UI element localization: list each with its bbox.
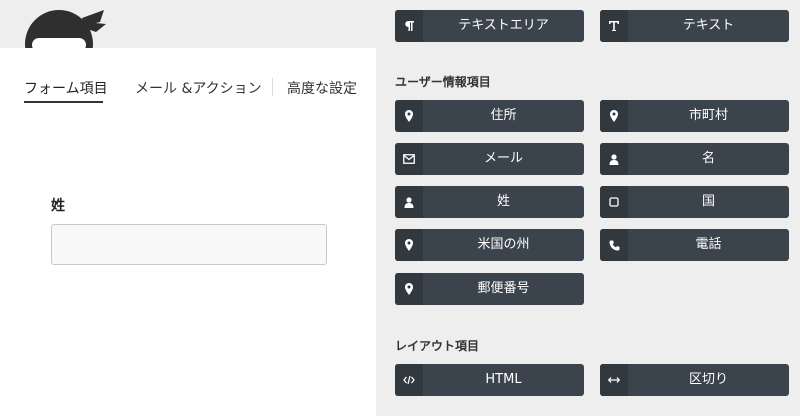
zip-code-field-button[interactable]: 郵便番号: [395, 273, 584, 305]
city-field-button[interactable]: 市町村: [600, 100, 789, 132]
arrows-horizontal-icon: [600, 364, 628, 396]
tab-form-fields[interactable]: フォーム項目: [24, 78, 108, 98]
form-preview-panel: フォーム項目 メール &アクション 高度な設定 姓: [0, 0, 376, 416]
map-pin-icon: [600, 100, 628, 132]
square-icon: [600, 186, 628, 218]
button-label: HTML: [485, 372, 522, 387]
active-tab-underline: [24, 101, 103, 103]
button-label: 国: [701, 194, 715, 209]
map-pin-icon: [395, 229, 423, 261]
ninja-logo-icon: [14, 0, 114, 48]
user-icon: [600, 143, 628, 175]
tab-advanced[interactable]: 高度な設定: [287, 78, 357, 98]
first-name-field-button[interactable]: 名: [600, 143, 789, 175]
button-label: テキスト: [682, 18, 735, 33]
country-field-button[interactable]: 国: [600, 186, 789, 218]
button-label: 姓: [496, 194, 510, 209]
button-label: 区切り: [688, 372, 728, 387]
phone-icon: [600, 229, 628, 261]
textarea-field-button[interactable]: テキストエリア: [395, 10, 584, 42]
button-label: 郵便番号: [477, 281, 530, 296]
text-icon: [600, 10, 628, 42]
button-label: 米国の州: [477, 237, 530, 252]
html-field-button[interactable]: HTML: [395, 364, 584, 396]
text-field-button[interactable]: テキスト: [600, 10, 789, 42]
button-label: メール: [483, 151, 523, 166]
email-field-button[interactable]: メール: [395, 143, 584, 175]
button-label: 住所: [490, 108, 517, 123]
last-name-label: 姓: [51, 198, 65, 214]
us-state-field-button[interactable]: 米国の州: [395, 229, 584, 261]
map-pin-icon: [395, 100, 423, 132]
envelope-icon: [395, 143, 423, 175]
phone-field-button[interactable]: 電話: [600, 229, 789, 261]
paragraph-icon: [395, 10, 423, 42]
tab-divider: [272, 78, 273, 96]
tab-emails-actions[interactable]: メール &アクション: [135, 78, 262, 98]
last-name-input[interactable]: [51, 224, 327, 265]
section-title-user-info: ユーザー情報項目: [395, 75, 491, 89]
section-title-layout: レイアウト項目: [395, 339, 480, 353]
button-label: 名: [701, 151, 715, 166]
map-pin-icon: [395, 273, 423, 305]
address-field-button[interactable]: 住所: [395, 100, 584, 132]
button-label: 市町村: [688, 108, 728, 123]
divider-field-button[interactable]: 区切り: [600, 364, 789, 396]
code-icon: [395, 364, 423, 396]
button-label: 電話: [695, 237, 722, 252]
button-label: テキストエリア: [458, 18, 549, 33]
user-icon: [395, 186, 423, 218]
last-name-field-button[interactable]: 姓: [395, 186, 584, 218]
